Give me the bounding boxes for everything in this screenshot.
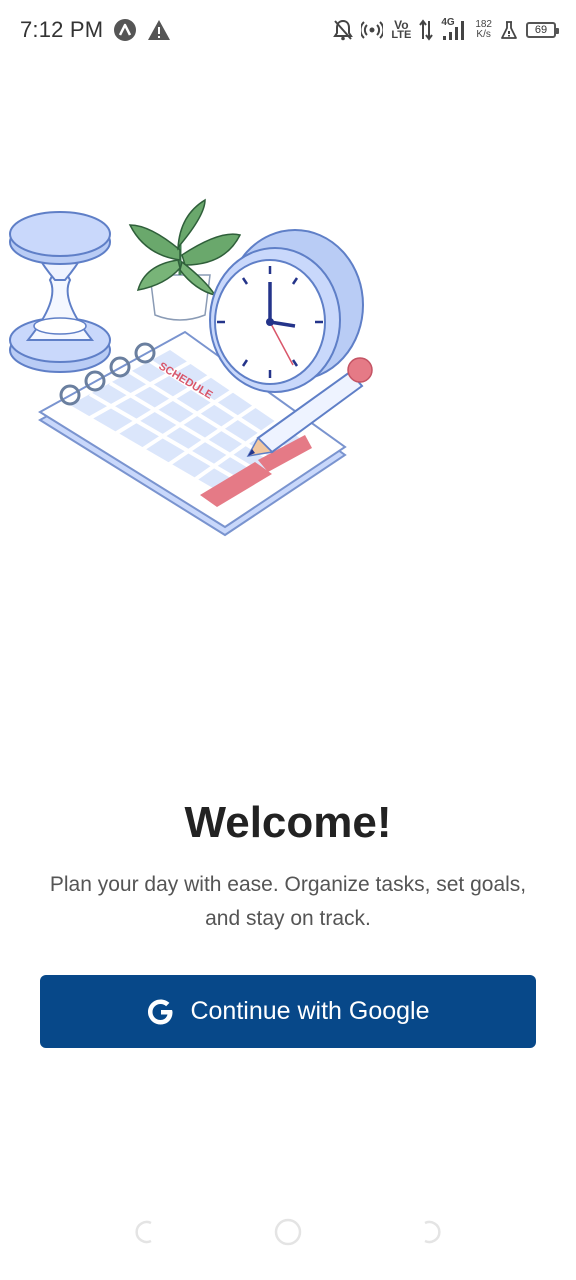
battery-icon: 69: [526, 22, 559, 38]
back-icon: [135, 1220, 152, 1244]
data-arrows-icon: [419, 19, 434, 41]
battery-level: 69: [534, 24, 548, 36]
welcome-title: Welcome!: [184, 798, 392, 847]
4g-signal-icon: 4G: [441, 18, 467, 42]
status-left: 7:12 PM: [20, 17, 171, 43]
status-bar: 7:12 PM Vo LTE 4G 182 K/s 69: [0, 0, 576, 60]
volte-icon: Vo LTE: [391, 19, 412, 41]
welcome-subtitle: Plan your day with ease. Organize tasks,…: [49, 873, 527, 930]
recents-icon: [424, 1220, 441, 1244]
status-right: Vo LTE 4G 182 K/s 69: [333, 18, 559, 42]
silent-icon: [333, 19, 354, 41]
google-g-icon: [146, 997, 176, 1027]
hourglass-icon: [9, 211, 111, 373]
volte-bottom: LTE: [391, 29, 412, 41]
home-icon: [274, 1218, 302, 1246]
speed-icon: 182 K/s: [475, 20, 492, 40]
speed-unit: K/s: [476, 29, 491, 40]
back-button[interactable]: [128, 1215, 162, 1249]
continue-with-google-button[interactable]: Continue with Google: [40, 975, 536, 1048]
warning-icon: [147, 19, 171, 41]
clock-icon: [209, 229, 364, 393]
schedule-illustration: SCHEDULE: [0, 190, 380, 550]
status-time: 7:12 PM: [20, 17, 104, 42]
home-button[interactable]: [271, 1215, 305, 1249]
google-button-label: Continue with Google: [190, 997, 430, 1025]
navigation-bar: [0, 1215, 576, 1265]
hotspot-icon: [361, 20, 384, 40]
recents-button[interactable]: [414, 1215, 448, 1249]
app-a-icon: [113, 18, 137, 42]
flask-icon: [500, 20, 518, 40]
